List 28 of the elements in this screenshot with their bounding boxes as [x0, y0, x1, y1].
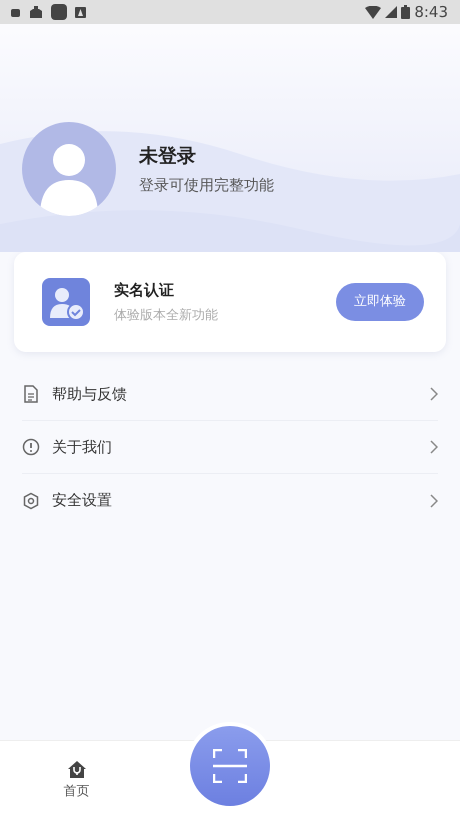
battery-icon [401, 5, 410, 19]
menu-label: 关于我们 [52, 436, 113, 458]
tab-button[interactable]: 首页 [0, 741, 153, 818]
menu-label: 帮助与反馈 [52, 384, 128, 405]
bag-icon [29, 5, 43, 19]
app-icon [51, 4, 67, 20]
menu-item[interactable]: 安全设置 [22, 474, 438, 527]
menu-item[interactable]: 帮助与反馈 [22, 368, 438, 421]
username-text: 未登录 [139, 144, 197, 168]
chevron-right-icon [430, 494, 438, 508]
scan-icon [213, 749, 247, 783]
verify-subtitle: 体验版本全新功能 [114, 306, 219, 324]
login-hint-text: 登录可使用完整功能 [139, 175, 274, 196]
menu-label: 安全设置 [52, 490, 113, 512]
verify-user-icon [42, 278, 90, 326]
verify-title: 实名认证 [114, 280, 175, 301]
app-icon [75, 6, 86, 18]
notification-icon [10, 6, 21, 18]
wifi-icon [365, 6, 382, 18]
document-icon [22, 385, 40, 403]
clock-text: 8:43 [414, 2, 448, 23]
chevron-right-icon [430, 387, 438, 401]
home-icon [68, 761, 86, 778]
signal-icon [385, 6, 398, 18]
chevron-right-icon [430, 440, 438, 454]
info-icon [22, 438, 40, 456]
menu-item[interactable]: 关于我们 [22, 421, 438, 474]
hexagon-icon [22, 492, 40, 510]
